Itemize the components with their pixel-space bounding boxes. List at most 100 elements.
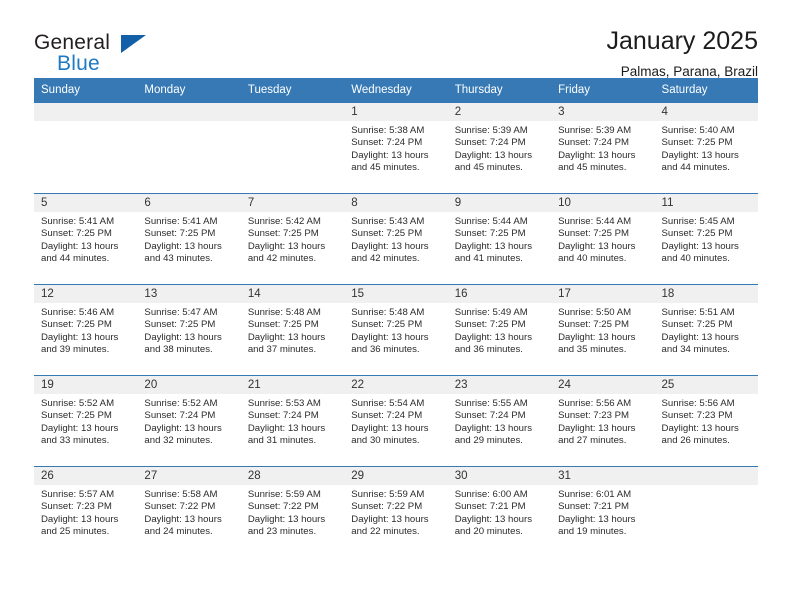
day-number: 17 <box>551 285 655 303</box>
calendar-day-cell[interactable]: 3 Sunrise: 5:39 AM Sunset: 7:24 PM Daylight… <box>551 102 655 194</box>
day-info: Sunrise: 5:48 AM Sunset: 7:25 PM Daylight:… <box>241 303 344 357</box>
day-cell-content: 31 Sunrise: 6:01 AM Sunset: 7:21 PM Dayligh… <box>551 467 655 557</box>
day-cell-content: 3 Sunrise: 5:39 AM Sunset: 7:24 PM Daylight… <box>551 103 655 193</box>
day-number: 6 <box>137 194 241 212</box>
sunset-text: Sunset: 7:25 PM <box>454 319 526 331</box>
day-cell-content: 12 Sunrise: 5:46 AM Sunset: 7:25 PM Dayligh… <box>34 285 138 375</box>
sunrise-text: Sunrise: 5:52 AM <box>41 398 115 409</box>
calendar-day-cell[interactable]: 11 Sunrise: 5:45 AM Sunset: 7:25 PM Dayligh… <box>654 193 758 285</box>
sunrise-text: Sunrise: 5:59 AM <box>351 489 425 500</box>
calendar-day-cell[interactable]: 20 Sunrise: 5:52 AM Sunset: 7:24 PM Dayligh… <box>137 375 241 467</box>
calendar-day-cell[interactable]: 16 Sunrise: 5:49 AM Sunset: 7:25 PM Dayligh… <box>447 284 552 376</box>
calendar-day-cell[interactable]: 8 Sunrise: 5:43 AM Sunset: 7:25 PM Daylight… <box>344 193 448 285</box>
calendar-day-cell[interactable]: 12 Sunrise: 5:46 AM Sunset: 7:25 PM Dayligh… <box>34 284 138 376</box>
day-cell-content <box>137 103 241 193</box>
day-info: Sunrise: 5:59 AM Sunset: 7:22 PM Daylight:… <box>241 485 344 539</box>
calendar-day-cell[interactable]: 21 Sunrise: 5:53 AM Sunset: 7:24 PM Dayligh… <box>240 375 345 467</box>
calendar-day-cell[interactable]: 30 Sunrise: 6:00 AM Sunset: 7:21 PM Dayligh… <box>447 466 552 557</box>
day-cell-content: 22 Sunrise: 5:54 AM Sunset: 7:24 PM Dayligh… <box>344 376 448 466</box>
daylight-text: Daylight: 13 hours and 44 minutes. <box>41 240 119 265</box>
calendar-day-cell[interactable]: 14 Sunrise: 5:48 AM Sunset: 7:25 PM Dayligh… <box>240 284 345 376</box>
sunset-text: Sunset: 7:25 PM <box>558 228 630 240</box>
calendar-day-cell[interactable]: 1 Sunrise: 5:38 AM Sunset: 7:24 PM Daylight… <box>344 102 448 194</box>
day-cell-content <box>34 103 138 193</box>
daylight-text: Daylight: 13 hours and 45 minutes. <box>558 149 636 174</box>
daylight-text: Daylight: 13 hours and 45 minutes. <box>454 149 533 174</box>
sunrise-text: Sunrise: 5:46 AM <box>41 307 115 318</box>
day-number: 15 <box>344 285 448 303</box>
calendar-day-cell[interactable]: 13 Sunrise: 5:47 AM Sunset: 7:25 PM Dayligh… <box>137 284 241 376</box>
daylight-text: Daylight: 13 hours and 29 minutes. <box>454 422 533 447</box>
day-info: Sunrise: 5:55 AM Sunset: 7:24 PM Daylight:… <box>448 394 551 448</box>
day-number: 25 <box>654 376 758 394</box>
day-info: Sunrise: 5:47 AM Sunset: 7:25 PM Daylight:… <box>137 303 240 357</box>
daylight-text: Daylight: 13 hours and 38 minutes. <box>144 331 222 356</box>
daylight-text: Daylight: 13 hours and 19 minutes. <box>558 513 636 538</box>
calendar-day-cell[interactable]: 22 Sunrise: 5:54 AM Sunset: 7:24 PM Dayligh… <box>344 375 448 467</box>
calendar-day-cell[interactable]: 29 Sunrise: 5:59 AM Sunset: 7:22 PM Dayligh… <box>344 466 448 557</box>
day-info: Sunrise: 5:39 AM Sunset: 7:24 PM Daylight:… <box>551 121 654 175</box>
calendar-day-cell[interactable]: 26 Sunrise: 5:57 AM Sunset: 7:23 PM Dayligh… <box>34 466 138 557</box>
calendar-cell-empty <box>240 102 345 194</box>
calendar-day-cell[interactable]: 15 Sunrise: 5:48 AM Sunset: 7:25 PM Dayligh… <box>344 284 448 376</box>
calendar-day-cell[interactable]: 7 Sunrise: 5:42 AM Sunset: 7:25 PM Daylight… <box>240 193 345 285</box>
sunrise-text: Sunrise: 5:48 AM <box>247 307 321 318</box>
daylight-text: Daylight: 13 hours and 39 minutes. <box>41 331 119 356</box>
day-number: 21 <box>240 376 345 394</box>
sunset-text: Sunset: 7:25 PM <box>247 228 319 240</box>
sunrise-text: Sunrise: 5:58 AM <box>144 489 218 500</box>
calendar-day-cell[interactable]: 19 Sunrise: 5:52 AM Sunset: 7:25 PM Dayligh… <box>34 375 138 467</box>
day-info: Sunrise: 5:44 AM Sunset: 7:25 PM Daylight:… <box>551 212 654 266</box>
weekday-header-saturday: Saturday <box>654 78 758 103</box>
sunset-text: Sunset: 7:25 PM <box>558 319 630 331</box>
sunrise-text: Sunrise: 5:54 AM <box>351 398 425 409</box>
day-number: 30 <box>447 467 552 485</box>
day-number: 26 <box>34 467 138 485</box>
calendar-day-cell[interactable]: 25 Sunrise: 5:56 AM Sunset: 7:23 PM Dayligh… <box>654 375 758 467</box>
sunset-text: Sunset: 7:25 PM <box>351 319 423 331</box>
sunset-text: Sunset: 7:21 PM <box>558 501 630 513</box>
day-info: Sunrise: 5:52 AM Sunset: 7:24 PM Daylight:… <box>137 394 240 448</box>
day-info: Sunrise: 5:38 AM Sunset: 7:24 PM Daylight:… <box>344 121 447 175</box>
day-number: 1 <box>344 103 448 121</box>
calendar-day-cell[interactable]: 28 Sunrise: 5:59 AM Sunset: 7:22 PM Dayligh… <box>240 466 345 557</box>
day-number: 20 <box>137 376 241 394</box>
day-number: 4 <box>654 103 758 121</box>
calendar-day-cell[interactable]: 6 Sunrise: 5:41 AM Sunset: 7:25 PM Daylight… <box>137 193 241 285</box>
calendar-day-cell[interactable]: 23 Sunrise: 5:55 AM Sunset: 7:24 PM Dayligh… <box>447 375 552 467</box>
calendar-day-cell[interactable]: 9 Sunrise: 5:44 AM Sunset: 7:25 PM Daylight… <box>447 193 552 285</box>
day-cell-content: 19 Sunrise: 5:52 AM Sunset: 7:25 PM Dayligh… <box>34 376 138 466</box>
daylight-text: Daylight: 13 hours and 20 minutes. <box>454 513 533 538</box>
sunset-text: Sunset: 7:25 PM <box>661 319 733 331</box>
day-cell-content <box>654 467 758 557</box>
day-info: Sunrise: 5:39 AM Sunset: 7:24 PM Daylight:… <box>448 121 551 175</box>
day-number: 19 <box>34 376 138 394</box>
sunset-text: Sunset: 7:25 PM <box>41 228 112 240</box>
calendar-day-cell[interactable]: 10 Sunrise: 5:44 AM Sunset: 7:25 PM Dayligh… <box>551 193 655 285</box>
sunset-text: Sunset: 7:24 PM <box>351 137 423 149</box>
calendar-day-cell[interactable]: 31 Sunrise: 6:01 AM Sunset: 7:21 PM Dayligh… <box>551 466 655 557</box>
calendar-day-cell[interactable]: 18 Sunrise: 5:51 AM Sunset: 7:25 PM Dayligh… <box>654 284 758 376</box>
day-number <box>240 103 345 121</box>
calendar-day-cell[interactable]: 27 Sunrise: 5:58 AM Sunset: 7:22 PM Dayligh… <box>137 466 241 557</box>
daylight-text: Daylight: 13 hours and 34 minutes. <box>661 331 739 356</box>
daylight-text: Daylight: 13 hours and 40 minutes. <box>661 240 739 265</box>
brand-logo[interactable]: General Blue <box>34 26 154 74</box>
day-cell-content: 10 Sunrise: 5:44 AM Sunset: 7:25 PM Dayligh… <box>551 194 655 284</box>
calendar-day-cell[interactable]: 5 Sunrise: 5:41 AM Sunset: 7:25 PM Daylight… <box>34 193 138 285</box>
sunset-text: Sunset: 7:21 PM <box>454 501 526 513</box>
calendar-day-cell[interactable]: 4 Sunrise: 5:40 AM Sunset: 7:25 PM Daylight… <box>654 102 758 194</box>
calendar-day-cell[interactable]: 24 Sunrise: 5:56 AM Sunset: 7:23 PM Dayligh… <box>551 375 655 467</box>
day-number: 3 <box>551 103 655 121</box>
calendar-day-cell[interactable]: 17 Sunrise: 5:50 AM Sunset: 7:25 PM Dayligh… <box>551 284 655 376</box>
calendar-day-cell[interactable]: 2 Sunrise: 5:39 AM Sunset: 7:24 PM Daylight… <box>447 102 552 194</box>
daylight-text: Daylight: 13 hours and 37 minutes. <box>247 331 326 356</box>
sunrise-text: Sunrise: 5:38 AM <box>351 125 425 136</box>
day-cell-content: 16 Sunrise: 5:49 AM Sunset: 7:25 PM Dayligh… <box>447 285 552 375</box>
day-cell-content: 5 Sunrise: 5:41 AM Sunset: 7:25 PM Daylight… <box>34 194 138 284</box>
day-cell-content: 7 Sunrise: 5:42 AM Sunset: 7:25 PM Daylight… <box>240 194 345 284</box>
day-info: Sunrise: 5:53 AM Sunset: 7:24 PM Daylight:… <box>241 394 344 448</box>
calendar-week-row: 19 Sunrise: 5:52 AM Sunset: 7:25 PM Dayligh… <box>34 375 758 467</box>
day-info: Sunrise: 5:56 AM Sunset: 7:23 PM Daylight:… <box>551 394 654 448</box>
sunrise-text: Sunrise: 5:41 AM <box>144 216 218 227</box>
